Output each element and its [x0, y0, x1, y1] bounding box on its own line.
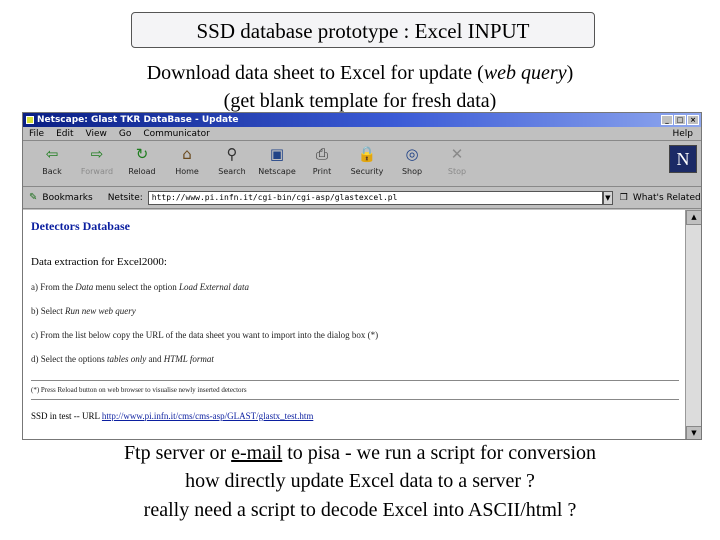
- back-arrow-icon: ⇦: [45, 145, 59, 163]
- print-icon: ⎙: [315, 145, 328, 163]
- forward-arrow-icon: ⇨: [90, 145, 104, 163]
- template-instruction: (get blank template for fresh data): [223, 90, 497, 112]
- step-a-option: Load External data: [178, 282, 249, 292]
- reload-icon: ↻: [135, 145, 149, 163]
- step-b: b) Select Run new web query: [31, 306, 679, 316]
- home-button[interactable]: ⌂ Home: [168, 144, 206, 176]
- toolbar-label: Search: [218, 167, 246, 176]
- minimize-icon[interactable]: _: [661, 115, 673, 125]
- download-text-1: Download data sheet to Excel for update …: [146, 62, 484, 84]
- location-label: Netsite:: [107, 192, 143, 203]
- email-link[interactable]: e-mail: [231, 442, 282, 464]
- step-d-text-2: and: [146, 354, 164, 364]
- update-question: how directly update Excel data to a serv…: [185, 470, 535, 492]
- menu-file[interactable]: File: [29, 129, 44, 139]
- step-a-text-1: a) From the: [31, 282, 76, 292]
- bookmarks-button[interactable]: Bookmarks: [42, 193, 92, 203]
- netscape-button[interactable]: ▣ Netscape: [258, 144, 296, 176]
- shop-button[interactable]: ◎ Shop: [393, 144, 431, 176]
- divider: [31, 399, 679, 400]
- whats-related-button[interactable]: What's Related: [633, 193, 701, 203]
- security-lock-icon: 🔒: [357, 145, 377, 163]
- toolbar-label: Netscape: [258, 167, 296, 176]
- download-instruction: Download data sheet to Excel for update …: [0, 62, 720, 85]
- bookmark-icon: ✎: [29, 192, 38, 203]
- menu-bar: File Edit View Go Communicator Help: [23, 127, 701, 141]
- toolbar-label: Stop: [447, 167, 467, 176]
- menu-view[interactable]: View: [86, 129, 107, 139]
- search-button[interactable]: ⚲ Search: [213, 144, 251, 176]
- chevron-down-icon[interactable]: ▼: [602, 190, 613, 205]
- stop-button[interactable]: ✕ Stop: [438, 144, 476, 176]
- menu-help[interactable]: Help: [672, 129, 693, 139]
- stop-icon: ✕: [450, 145, 464, 163]
- navigation-toolbar: ⇦ Back ⇨ Forward ↻ Reload ⌂ Home ⚲ Search ▣ Netscap…: [23, 141, 701, 187]
- search-icon: ⚲: [226, 145, 238, 163]
- ssd-url-link[interactable]: http://www.pi.infn.it/cms/cms-asp/GLAST/…: [102, 411, 313, 421]
- conversion-text-2: to pisa - we run a script for conversion: [282, 442, 597, 464]
- maximize-icon[interactable]: □: [674, 115, 686, 125]
- location-url-field[interactable]: http://www.pi.infn.it/cgi-bin/cgi-asp/gl…: [147, 190, 603, 205]
- step-a-text-2: menu select the option: [93, 282, 179, 292]
- scroll-down-icon[interactable]: ▼: [686, 426, 701, 439]
- step-a-data-menu: Data: [75, 282, 94, 292]
- step-b-text: b) Select: [31, 306, 65, 316]
- scroll-up-icon[interactable]: ▲: [686, 210, 701, 225]
- section-heading: Data extraction for Excel2000:: [31, 256, 167, 268]
- reload-note: (*) Press Reload button on web browser t…: [31, 386, 247, 394]
- web-query-text: web query: [483, 62, 567, 84]
- shop-icon: ◎: [405, 145, 419, 163]
- menu-communicator[interactable]: Communicator: [143, 129, 209, 139]
- reload-button[interactable]: ↻ Reload: [123, 144, 161, 176]
- window-title: Netscape: Glast TKR DataBase - Update: [37, 115, 239, 125]
- toolbar-label: Reload: [128, 167, 156, 176]
- netscape-logo[interactable]: N: [669, 145, 697, 173]
- whats-related-icon: ❐: [619, 192, 628, 203]
- step-d-option-1: tables only: [107, 354, 147, 364]
- toolbar-label: Security: [350, 167, 384, 176]
- browser-window-screenshot: Netscape: Glast TKR DataBase - Update _ …: [22, 112, 702, 440]
- netscape-icon: ▣: [269, 145, 285, 163]
- ssd-url-line: SSD in test -- URL http://www.pi.infn.it…: [31, 411, 679, 421]
- toolbar-label: Shop: [401, 167, 423, 176]
- ssd-label: SSD in test -- URL: [31, 411, 102, 421]
- conversion-text-1: Ftp server or: [123, 442, 232, 464]
- toolbar-label: Forward: [80, 167, 114, 176]
- page-content: Detectors Database Data extraction for E…: [23, 210, 687, 439]
- divider: [31, 380, 679, 381]
- db-title: Detectors Database: [31, 219, 130, 233]
- decode-question: really need a script to decode Excel int…: [143, 499, 577, 521]
- netscape-app-icon: [26, 116, 34, 124]
- step-d-text-1: d) Select the options: [31, 354, 107, 364]
- step-c: c) From the list below copy the URL of t…: [31, 330, 379, 340]
- step-d-option-2: HTML format: [163, 354, 214, 364]
- close-icon[interactable]: ×: [687, 115, 699, 125]
- slide-title: SSD database prototype : Excel INPUT: [131, 12, 595, 48]
- toolbar-label: Home: [175, 167, 199, 176]
- step-d: d) Select the options tables only and HT…: [31, 354, 679, 364]
- toolbar-label: Print: [312, 167, 332, 176]
- vertical-scrollbar[interactable]: ▲ ▼: [685, 210, 701, 439]
- menu-edit[interactable]: Edit: [56, 129, 73, 139]
- forward-button[interactable]: ⇨ Forward: [78, 144, 116, 176]
- window-controls: _ □ ×: [661, 115, 699, 125]
- menu-go[interactable]: Go: [119, 129, 131, 139]
- conversion-note: Ftp server or e-mail to pisa - we run a …: [0, 442, 720, 465]
- download-text-2: ): [566, 62, 574, 84]
- step-b-option: Run new web query: [65, 306, 136, 316]
- step-a: a) From the Data menu select the option …: [31, 282, 679, 292]
- toolbar-label: Back: [42, 167, 62, 176]
- browser-titlebar: Netscape: Glast TKR DataBase - Update _ …: [23, 113, 701, 127]
- back-button[interactable]: ⇦ Back: [33, 144, 71, 176]
- location-bar: ✎ Bookmarks Netsite: http://www.pi.infn.…: [23, 187, 701, 209]
- security-button[interactable]: 🔒 Security: [348, 144, 386, 176]
- print-button[interactable]: ⎙ Print: [303, 144, 341, 176]
- home-icon: ⌂: [182, 145, 192, 163]
